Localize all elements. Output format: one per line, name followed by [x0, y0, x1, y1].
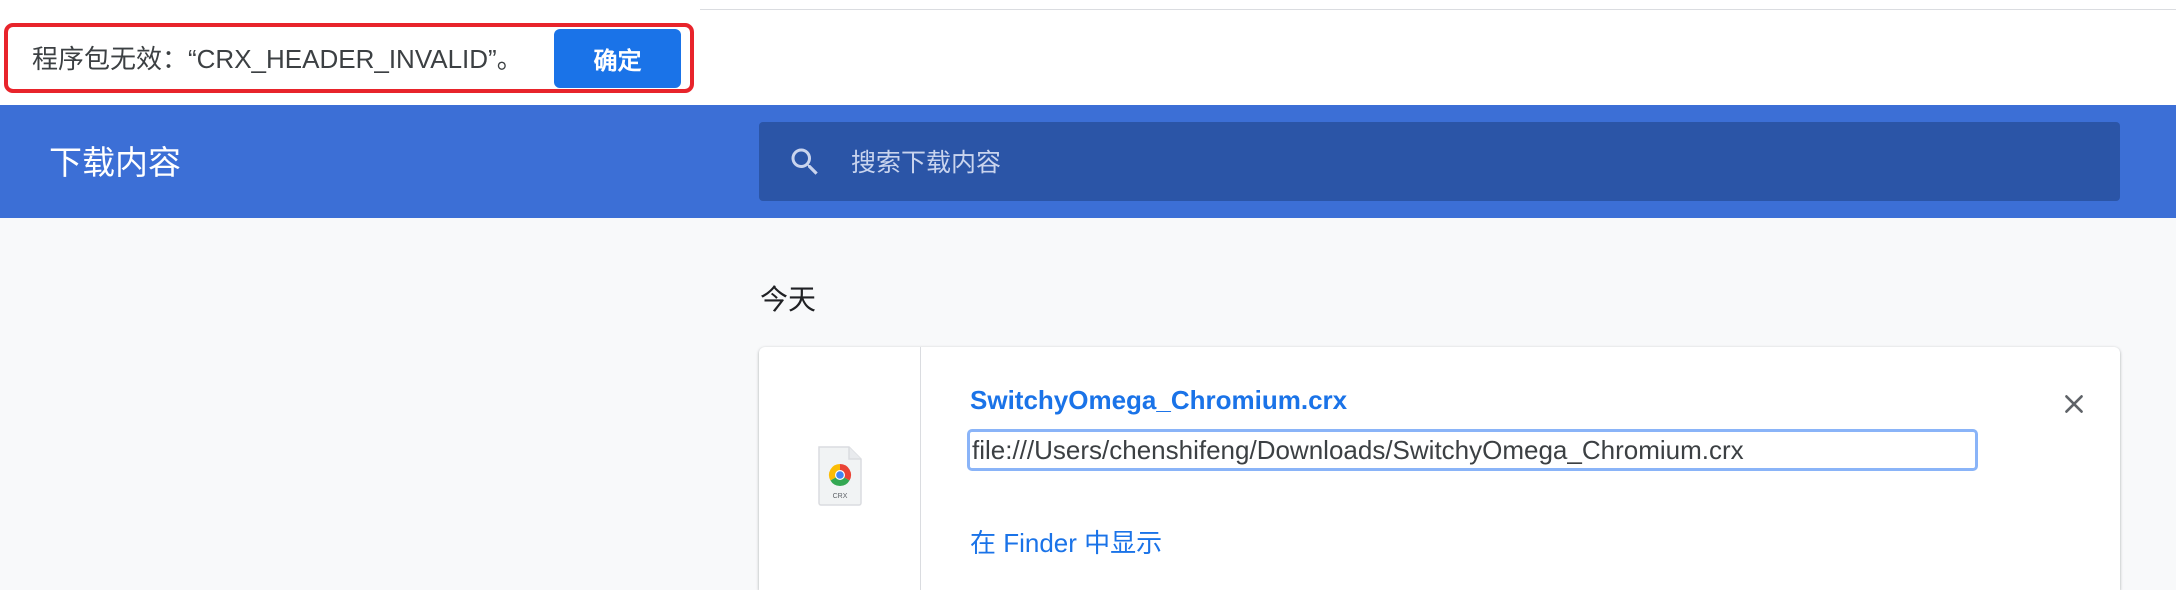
infobar-top-border: [700, 9, 2176, 10]
search-input[interactable]: [849, 140, 2053, 186]
file-icon-caption: CRX: [833, 493, 848, 500]
error-infobar: 程序包无效：“CRX_HEADER_INVALID”。 确定: [0, 0, 2176, 105]
downloads-header: 下载内容: [0, 105, 2176, 218]
search-box[interactable]: [759, 122, 2120, 201]
page-title: 下载内容: [49, 144, 181, 181]
card-divider: [920, 347, 921, 590]
show-in-finder-link[interactable]: 在 Finder 中显示: [970, 523, 1162, 560]
close-icon[interactable]: [2061, 391, 2087, 417]
crx-file-icon: CRX: [815, 445, 865, 507]
date-section-title: 今天: [760, 284, 817, 315]
error-message: 程序包无效：“CRX_HEADER_INVALID”。: [32, 44, 523, 74]
search-icon[interactable]: [787, 144, 823, 180]
download-item-card: CRX SwitchyOmega_Chromium.crx file:///Us…: [759, 347, 2120, 590]
file-name-link[interactable]: SwitchyOmega_Chromium.crx: [970, 385, 1347, 416]
remove-download-button[interactable]: [2054, 384, 2094, 424]
file-url-field[interactable]: file:///Users/chenshifeng/Downloads/Swit…: [967, 429, 1978, 471]
confirm-button[interactable]: 确定: [554, 29, 681, 88]
